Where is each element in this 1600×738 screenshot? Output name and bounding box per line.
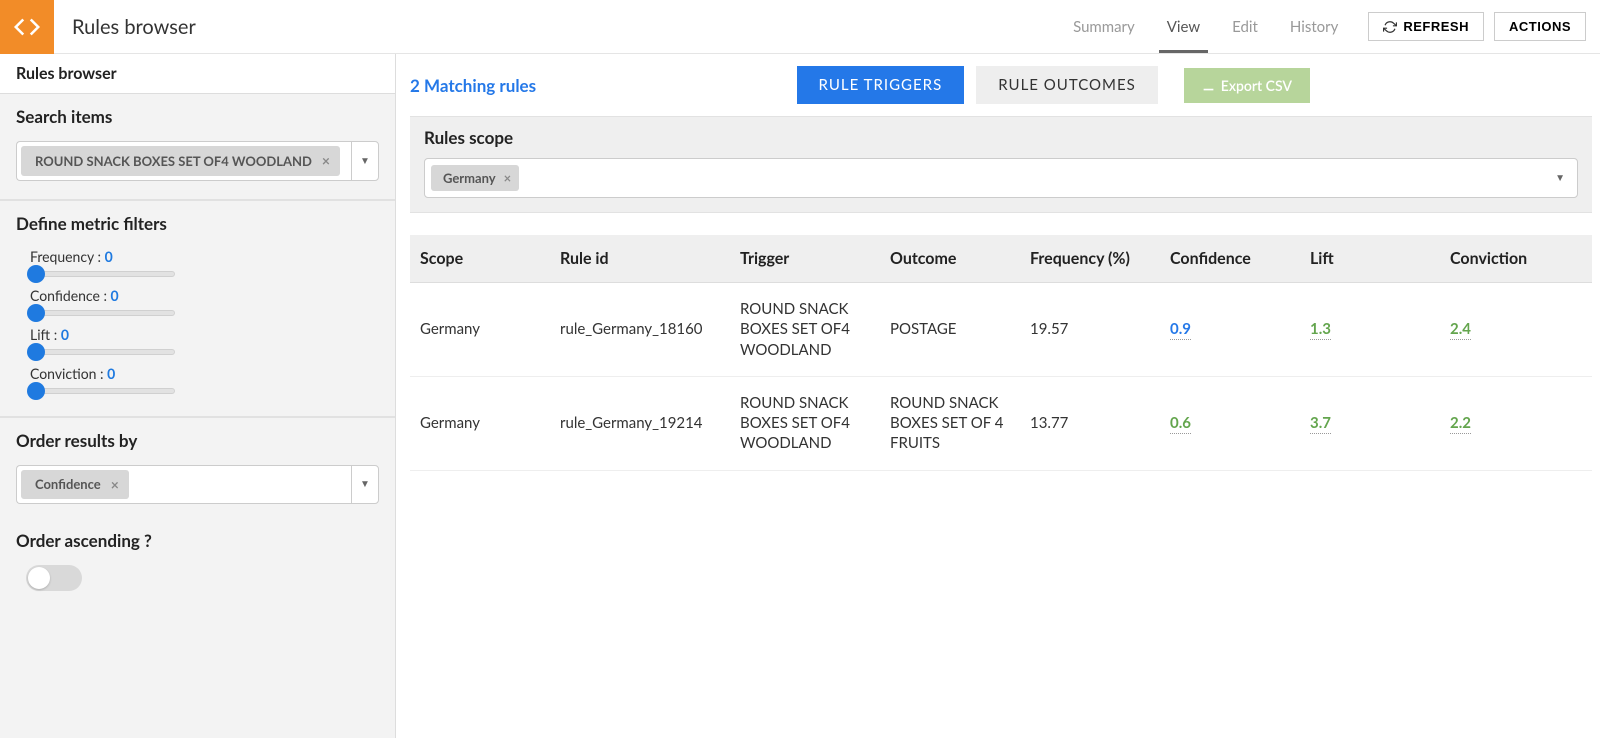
cell-rule-id: rule_Germany_18160 [550,283,730,377]
col-frequency[interactable]: Frequency (%) [1020,235,1160,283]
search-heading: Search items [16,106,379,127]
cell-scope: Germany [410,283,550,377]
cell-rule-id: rule_Germany_19214 [550,376,730,470]
search-select[interactable]: ROUND SNACK BOXES SET OF4 WOODLAND × ▼ [16,141,379,181]
slider-frequency-label: Frequency : 0 [30,248,379,265]
tab-view[interactable]: View [1165,0,1202,53]
slider-confidence-label: Confidence : 0 [30,287,379,304]
order-chip: Confidence × [21,470,129,500]
cell-frequency: 13.77 [1020,376,1160,470]
order-heading: Order results by [16,430,379,451]
slider-thumb[interactable] [27,343,45,361]
filters-heading: Define metric filters [16,213,379,234]
main-top: 2 Matching rules RULE TRIGGERS RULE OUTC… [410,66,1592,104]
slider-conviction-track[interactable] [30,388,175,394]
ascending-heading: Order ascending ? [16,530,379,551]
app-logo [0,0,54,54]
col-confidence[interactable]: Confidence [1160,235,1300,283]
refresh-label: REFRESH [1403,19,1469,34]
order-select[interactable]: Confidence × ▼ [16,465,379,505]
tab-rule-triggers[interactable]: RULE TRIGGERS [797,66,965,104]
download-icon [1202,79,1215,92]
cell-frequency: 19.57 [1020,283,1160,377]
col-rule-id[interactable]: Rule id [550,235,730,283]
export-csv-button[interactable]: Export CSV [1184,68,1310,103]
cell-lift: 1.3 [1300,283,1440,377]
slider-frequency-track[interactable] [30,271,175,277]
slider-conviction-label: Conviction : 0 [30,365,379,382]
order-chip-label: Confidence [35,476,101,492]
search-section: Search items ROUND SNACK BOXES SET OF4 W… [0,94,395,201]
table-row: Germanyrule_Germany_19214ROUND SNACK BOX… [410,376,1592,470]
cell-lift: 3.7 [1300,376,1440,470]
col-trigger[interactable]: Trigger [730,235,880,283]
cell-trigger: ROUND SNACK BOXES SET OF4 WOODLAND [730,283,880,377]
search-caret[interactable]: ▼ [351,141,379,181]
layout: Rules browser Search items ROUND SNACK B… [0,54,1600,738]
order-tag-box[interactable]: Confidence × [16,465,351,505]
col-scope[interactable]: Scope [410,235,550,283]
slider-thumb[interactable] [27,382,45,400]
slider-thumb[interactable] [27,304,45,322]
cell-outcome: POSTAGE [880,283,1020,377]
actions-label: ACTIONS [1509,19,1571,34]
order-caret[interactable]: ▼ [351,465,379,505]
tab-rule-outcomes[interactable]: RULE OUTCOMES [976,66,1158,104]
slider-frequency: Frequency : 0 [16,248,379,277]
toggle-knob [28,567,50,589]
slider-confidence: Confidence : 0 [16,287,379,316]
code-icon [12,12,42,42]
col-conviction[interactable]: Conviction [1440,235,1592,283]
table-header-row: Scope Rule id Trigger Outcome Frequency … [410,235,1592,283]
search-tag-box[interactable]: ROUND SNACK BOXES SET OF4 WOODLAND × [16,141,351,181]
scope-caret[interactable]: ▼ [1549,172,1571,184]
rules-table: Scope Rule id Trigger Outcome Frequency … [410,235,1592,471]
cell-scope: Germany [410,376,550,470]
ascending-toggle[interactable] [26,565,82,591]
matching-count: 2 Matching rules [410,75,536,96]
search-chip-label: ROUND SNACK BOXES SET OF4 WOODLAND [35,153,312,169]
scope-title: Rules scope [424,127,1578,148]
refresh-button[interactable]: REFRESH [1368,12,1484,41]
main: 2 Matching rules RULE TRIGGERS RULE OUTC… [396,54,1600,738]
slider-lift: Lift : 0 [16,326,379,355]
page-title: Rules browser [72,15,196,39]
cell-confidence: 0.9 [1160,283,1300,377]
slider-confidence-track[interactable] [30,310,175,316]
cell-conviction: 2.4 [1440,283,1592,377]
top-header: Rules browser Summary View Edit History … [0,0,1600,54]
slider-thumb[interactable] [27,265,45,283]
slider-lift-track[interactable] [30,349,175,355]
tab-summary[interactable]: Summary [1071,0,1137,53]
export-label: Export CSV [1221,77,1292,94]
actions-button[interactable]: ACTIONS [1494,12,1586,41]
slider-lift-label: Lift : 0 [30,326,379,343]
table-row: Germanyrule_Germany_18160ROUND SNACK BOX… [410,283,1592,377]
remove-chip-icon[interactable]: × [322,152,330,170]
cell-conviction: 2.2 [1440,376,1592,470]
cell-confidence: 0.6 [1160,376,1300,470]
filters-section: Define metric filters Frequency : 0 Conf… [0,201,395,418]
col-lift[interactable]: Lift [1300,235,1440,283]
scope-chip-label: Germany [443,170,496,186]
cell-outcome: ROUND SNACK BOXES SET OF 4 FRUITS [880,376,1020,470]
cell-trigger: ROUND SNACK BOXES SET OF4 WOODLAND [730,376,880,470]
sidebar: Rules browser Search items ROUND SNACK B… [0,54,396,738]
remove-chip-icon[interactable]: × [111,476,119,494]
refresh-icon [1383,20,1397,34]
remove-chip-icon[interactable]: × [504,170,512,186]
search-chip: ROUND SNACK BOXES SET OF4 WOODLAND × [21,146,340,176]
order-section: Order results by Confidence × ▼ Order as… [0,418,395,738]
scope-chip: Germany × [431,165,519,191]
top-tabs: Summary View Edit History REFRESH ACTION… [1071,0,1600,53]
slider-conviction: Conviction : 0 [16,365,379,394]
tab-edit[interactable]: Edit [1230,0,1260,53]
col-outcome[interactable]: Outcome [880,235,1020,283]
sidebar-tab[interactable]: Rules browser [0,54,395,94]
tab-history[interactable]: History [1288,0,1340,53]
top-buttons: REFRESH ACTIONS [1368,12,1586,41]
scope-bar: Rules scope Germany × ▼ [410,116,1592,213]
scope-select[interactable]: Germany × ▼ [424,158,1578,198]
